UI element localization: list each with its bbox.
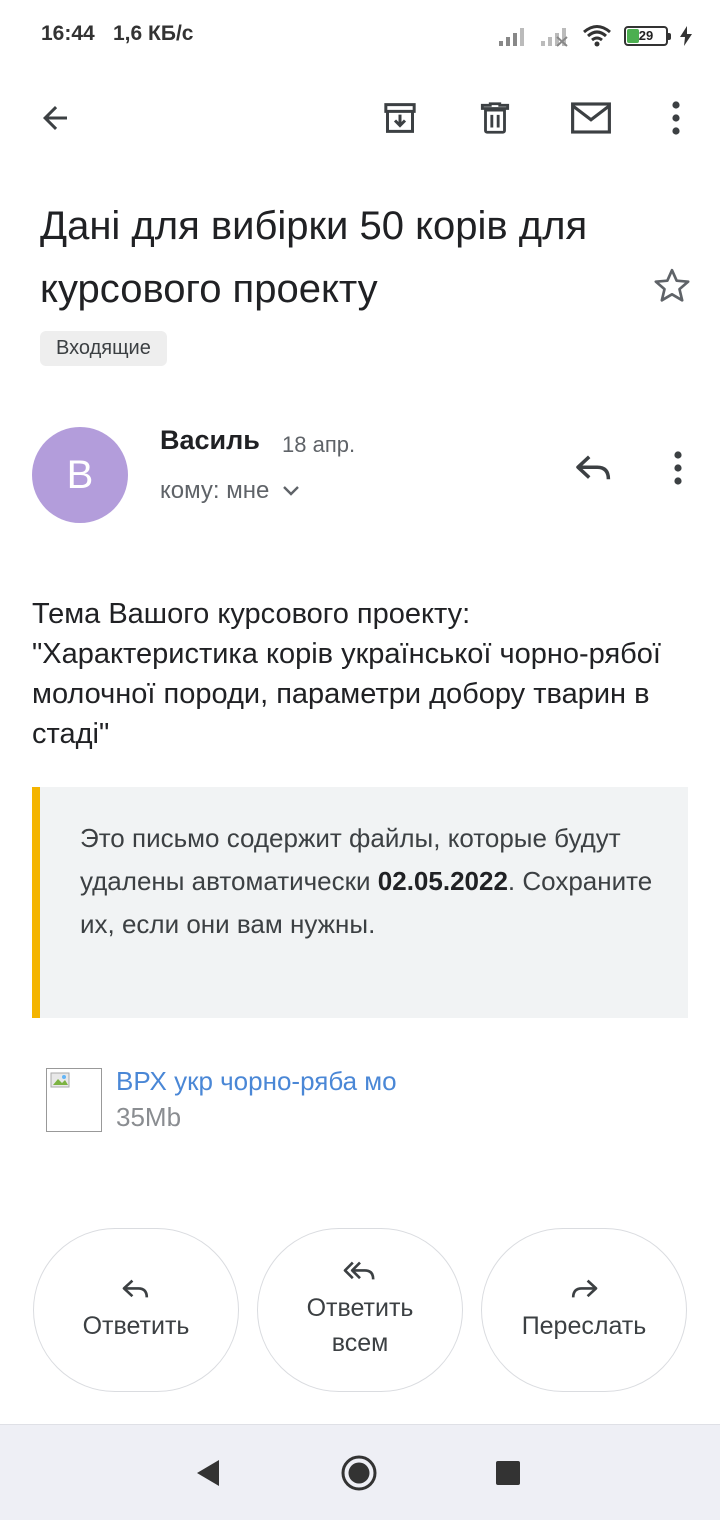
square-recents-icon [496, 1461, 520, 1485]
expiry-notice: Это письмо содержит файлы, которые будут… [32, 787, 688, 1018]
message-more-button[interactable] [650, 440, 706, 496]
notice-date: 02.05.2022 [377, 866, 508, 896]
chevron-down-icon [283, 486, 300, 496]
forward-label: Переслать [521, 1311, 647, 1340]
status-icons: 29 [498, 22, 692, 50]
signal-icon [499, 28, 524, 46]
avatar: В [32, 427, 128, 523]
circle-home-icon [341, 1455, 377, 1491]
delete-button[interactable] [467, 90, 523, 146]
mail-icon [571, 102, 611, 134]
star-outline-icon [654, 268, 690, 302]
sender-name: Василь [160, 425, 260, 455]
recipient-details-toggle[interactable]: кому: мне [160, 477, 301, 505]
more-vert-icon [672, 101, 680, 135]
archive-icon [384, 103, 416, 133]
battery-fill [627, 29, 639, 43]
mark-unread-button[interactable] [563, 90, 619, 146]
battery-level: 29 [638, 28, 654, 43]
reply-action-button[interactable]: Ответить [33, 1228, 239, 1392]
message-body: Тема Вашого курсового проекту: "Характер… [32, 598, 661, 750]
reply-button[interactable] [566, 440, 622, 496]
label-chip-inbox[interactable]: Входящие [40, 331, 167, 366]
trash-icon [480, 102, 510, 134]
broken-image-icon [46, 1068, 102, 1132]
reply-icon [122, 1279, 149, 1297]
wifi-icon [583, 25, 611, 47]
nav-home-button[interactable] [335, 1449, 383, 1497]
nav-recents-button[interactable] [484, 1449, 532, 1497]
more-options-button[interactable] [648, 90, 704, 146]
network-speed: 1,6 КБ/с [113, 22, 194, 45]
message-date: 18 апр. [282, 432, 356, 457]
reply-label: Ответить [82, 1311, 190, 1340]
attachment-name[interactable]: ВРХ укр чорно-ряба мо [116, 1066, 436, 1097]
attachment[interactable]: ВРХ укр чорно-ряба мо 35Mb [46, 1064, 686, 1136]
forward-icon [571, 1279, 598, 1297]
archive-button[interactable] [372, 90, 428, 146]
charging-icon [680, 26, 692, 46]
nav-back-button[interactable] [184, 1449, 232, 1497]
recipient-label: кому: мне [160, 477, 270, 504]
system-navigation-bar [0, 1424, 720, 1520]
signal-no-service-icon [541, 28, 568, 47]
arrow-back-icon [43, 106, 67, 130]
status-bar: 16:44 1,6 КБ/с 29 [0, 0, 720, 70]
reply-all-action-button[interactable]: Ответить всем [257, 1228, 463, 1392]
message-subject: Дані для вибірки 50 корів для курсового … [40, 204, 588, 311]
status-time: 16:44 [41, 22, 95, 45]
reply-all-label: Ответить всем [306, 1294, 414, 1357]
message-toolbar [0, 90, 720, 150]
triangle-back-icon [197, 1460, 219, 1486]
reply-all-icon [343, 1261, 375, 1280]
message-actions: Ответить Ответить всем Переслать [0, 1228, 720, 1394]
reply-icon [576, 455, 611, 480]
avatar-initial: В [66, 452, 94, 497]
battery-icon: 29 [624, 26, 671, 46]
back-button[interactable] [27, 90, 83, 146]
star-button[interactable] [648, 262, 696, 310]
attachment-size: 35Mb [116, 1102, 182, 1132]
more-vert-icon [674, 451, 682, 485]
forward-action-button[interactable]: Переслать [481, 1228, 687, 1392]
